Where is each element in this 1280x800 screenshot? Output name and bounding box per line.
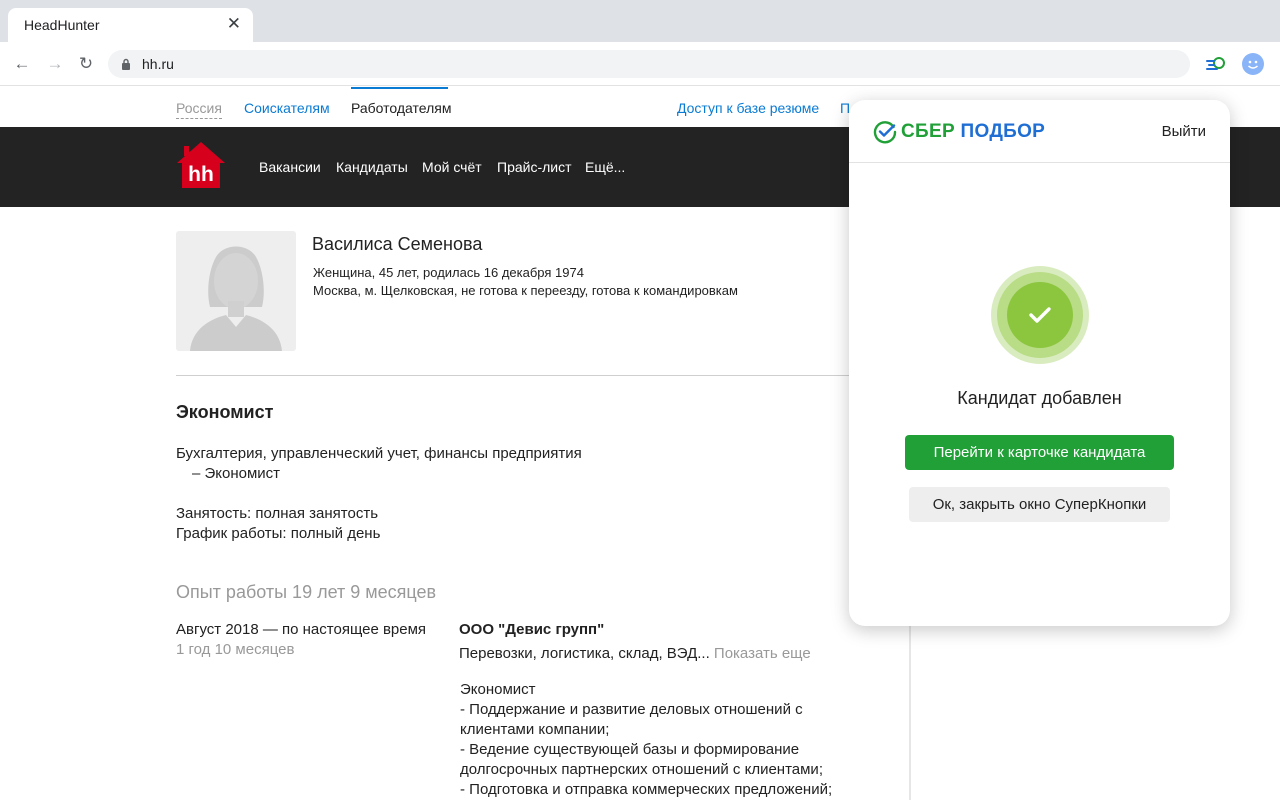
reload-icon[interactable]: ↻ [75, 53, 97, 75]
hh-logo[interactable]: hh [176, 141, 226, 189]
job-duration: 1 год 10 месяцев [176, 641, 295, 658]
logout-button[interactable]: Выйти [1162, 123, 1206, 140]
work-schedule: График работы: полный день [176, 525, 381, 542]
specialization-sub: – Экономист [192, 465, 281, 482]
popup-header: СБЕР ПОДБОР Выйти [849, 100, 1230, 163]
browser-tab[interactable]: HeadHunter ✕ [8, 8, 253, 42]
candidate-photo [176, 231, 296, 351]
country-selector[interactable]: Россия [176, 100, 222, 119]
forward-arrow-icon[interactable]: → [44, 53, 66, 75]
menu-vacancies[interactable]: Вакансии [259, 159, 321, 175]
job-role: Экономист [460, 681, 536, 698]
tab-title: HeadHunter [24, 17, 100, 33]
job-desc-line: - Поддержание и развитие деловых отношен… [460, 701, 803, 718]
active-tab-indicator [351, 87, 448, 89]
person-silhouette-icon [190, 246, 282, 351]
desired-position: Экономист [176, 402, 274, 422]
menu-my-account[interactable]: Мой счёт [422, 159, 482, 175]
menu-price-list[interactable]: Прайс-лист [497, 159, 572, 175]
show-more-link[interactable]: Показать еще [714, 645, 811, 662]
job-desc-line: - Ведение существующей базы и формирован… [460, 741, 800, 758]
address-bar[interactable]: hh.ru [108, 50, 1190, 78]
candidate-personal-info: Женщина, 45 лет, родилась 16 декабря 197… [313, 265, 584, 280]
profile-avatar[interactable] [1242, 53, 1264, 75]
back-arrow-icon[interactable]: ← [11, 53, 33, 75]
company-industry: Перевозки, логистика, склад, ВЭД... Пока… [459, 645, 811, 662]
company-name[interactable]: ООО "Девис групп" [459, 621, 604, 638]
url-text: hh.ru [142, 56, 174, 72]
job-desc-line: клиентами компании; [460, 721, 610, 738]
candidate-name: Василиса Семенова [312, 234, 483, 254]
employment-type: Занятость: полная занятость [176, 505, 379, 522]
sber-extension-icon[interactable] [1205, 53, 1229, 75]
browser-toolbar: ← → ↻ hh.ru [0, 42, 1280, 86]
industry-text: Перевозки, логистика, склад, ВЭД... [459, 645, 710, 662]
nav-seekers-link[interactable]: Соискателям [244, 100, 330, 116]
job-period: Август 2018 — по настоящее время [176, 621, 427, 638]
column-separator [909, 600, 911, 800]
browser-tabbar: HeadHunter ✕ [0, 0, 1280, 42]
sber-logo-icon [873, 121, 897, 144]
specialization: Бухгалтерия, управленческий учет, финанс… [176, 445, 582, 462]
menu-candidates[interactable]: Кандидаты [336, 159, 408, 175]
open-candidate-card-button[interactable]: Перейти к карточке кандидата [905, 435, 1174, 470]
nav-employers-link[interactable]: Работодателям [351, 100, 452, 116]
lock-icon [122, 58, 130, 70]
brand-sber: СБЕР [901, 121, 955, 142]
experience-title: Опыт работы 19 лет 9 месяцев [176, 582, 437, 602]
close-superbutton-window-button[interactable]: Ок, закрыть окно СуперКнопки [909, 487, 1170, 522]
job-desc-line: - Подготовка и отправка коммерческих пре… [460, 781, 833, 798]
success-check-icon [991, 266, 1089, 364]
smile-icon [1248, 60, 1258, 69]
sber-podbor-brand: СБЕР ПОДБОР [901, 121, 1045, 143]
candidate-location-info: Москва, м. Щелковская, не готова к перее… [313, 283, 738, 298]
success-message: Кандидат добавлен [957, 388, 1122, 408]
job-desc-line: долгосрочных партнерских отношений с кли… [460, 761, 823, 778]
nav-resume-access-link[interactable]: Доступ к базе резюме [677, 100, 819, 116]
brand-podbor: ПОДБОР [960, 121, 1046, 142]
section-divider [176, 375, 906, 376]
menu-more[interactable]: Ещё... [585, 159, 625, 175]
sber-podbor-popup: СБЕР ПОДБОР Выйти Кандидат добавлен Пере… [849, 100, 1230, 626]
tab-close-icon[interactable]: ✕ [227, 15, 241, 33]
logo-text: hh [188, 163, 214, 186]
